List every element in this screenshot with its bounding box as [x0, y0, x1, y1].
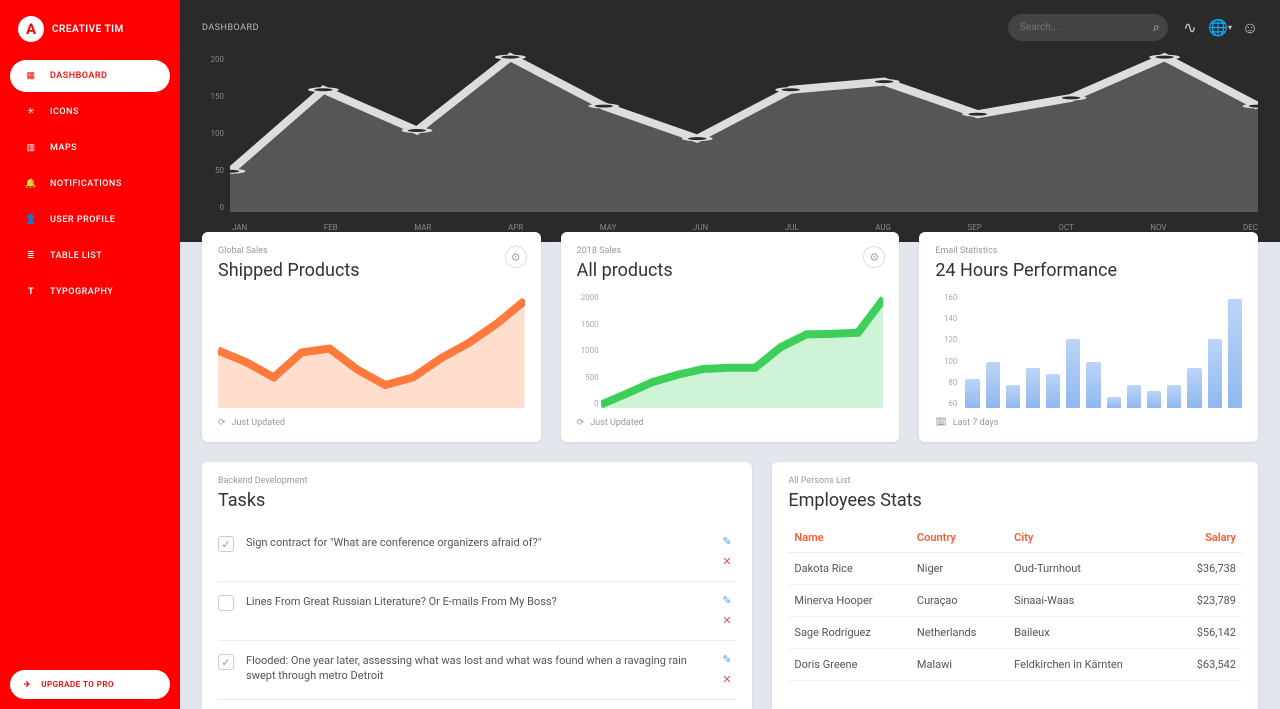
- card-title: 24 Hours Performance: [935, 260, 1242, 281]
- type-icon: 𝐓: [24, 287, 38, 297]
- bar: [1167, 385, 1181, 408]
- search-input[interactable]: [1020, 22, 1153, 33]
- card-all-products: ⚙ 2018 Sales All products 20001500100050…: [561, 232, 900, 442]
- bar: [1208, 339, 1222, 408]
- card-footer: Just Updated: [590, 418, 643, 428]
- task-text: Sign contract for "What are conference o…: [246, 535, 710, 550]
- gear-icon[interactable]: ⚙: [505, 246, 527, 268]
- employees-table: Name Country City Salary Dakota RiceNige…: [788, 523, 1242, 681]
- card-tasks: Backend Development Tasks Sign contract …: [202, 462, 752, 709]
- task-row: Flooded: One year later, assessing what …: [218, 641, 736, 700]
- bar: [986, 362, 1000, 408]
- grid-icon: ▦: [24, 71, 38, 81]
- sidebar-item-notifications[interactable]: 🔔 NOTIFICATIONS: [10, 168, 170, 200]
- activity-icon[interactable]: ∿: [1182, 20, 1198, 36]
- refresh-icon: ⟳: [577, 418, 585, 428]
- bell-icon: 🔔: [24, 179, 38, 189]
- th-country[interactable]: Country: [911, 523, 1008, 553]
- sidebar-item-maps[interactable]: ▥ MAPS: [10, 132, 170, 164]
- card-title: Employees Stats: [788, 490, 1242, 511]
- edit-icon[interactable]: ✎: [722, 653, 736, 667]
- bar: [1127, 385, 1141, 408]
- card-24h: Email Statistics 24 Hours Performance 16…: [919, 232, 1258, 442]
- card-employees: All Persons List Employees Stats Name Co…: [772, 462, 1258, 709]
- sidebar-item-dashboard[interactable]: ▦ DASHBOARD: [10, 60, 170, 92]
- th-name[interactable]: Name: [788, 523, 911, 553]
- atom-icon: ✳: [24, 107, 38, 117]
- th-city[interactable]: City: [1008, 523, 1172, 553]
- card-footer: Last 7 days: [953, 418, 999, 428]
- bar: [1066, 339, 1080, 408]
- refresh-icon: ⟳: [218, 418, 226, 428]
- bar: [1107, 397, 1121, 409]
- card-shipped: ⚙ Global Sales Shipped Products ⟳ Just Up…: [202, 232, 541, 442]
- globe-icon[interactable]: 🌐 ▾: [1212, 20, 1228, 36]
- bar: [1026, 368, 1040, 408]
- bar: [1147, 391, 1161, 408]
- bar: [1006, 385, 1020, 408]
- edit-icon[interactable]: ✎: [722, 535, 736, 549]
- card-subtitle: Backend Development: [218, 476, 736, 486]
- upgrade-label: UPGRADE TO PRO: [41, 680, 114, 689]
- card-footer: Just Updated: [232, 418, 285, 428]
- sidebar: A CREATIVE TIM ▦ DASHBOARD ✳ ICONS ▥ MAPS 🔔 NOT…: [0, 0, 180, 709]
- user-icon[interactable]: ☺: [1242, 20, 1258, 36]
- bar: [965, 379, 979, 408]
- page-title: DASHBOARD: [202, 23, 259, 33]
- sidebar-item-icons[interactable]: ✳ ICONS: [10, 96, 170, 128]
- sidebar-item-label: MAPS: [50, 143, 77, 153]
- table-row: Doris GreeneMalawiFeldkirchen in Kärnten…: [788, 649, 1242, 681]
- table-row: Minerva HooperCuraçaoSinaai-Waas$23,789: [788, 585, 1242, 617]
- sidebar-item-label: TABLE LIST: [50, 251, 102, 261]
- sidebar-item-table-list[interactable]: ≣ TABLE LIST: [10, 240, 170, 272]
- card-title: Shipped Products: [218, 260, 525, 281]
- card-subtitle: 2018 Sales: [577, 246, 884, 256]
- list-icon: ≣: [24, 251, 38, 261]
- delete-icon[interactable]: ✕: [722, 673, 736, 687]
- card-subtitle: Email Statistics: [935, 246, 1242, 256]
- task-text: Flooded: One year later, assessing what …: [246, 653, 710, 684]
- sidebar-item-label: NOTIFICATIONS: [50, 179, 122, 189]
- task-checkbox[interactable]: [218, 595, 234, 611]
- calendar-icon: 🗓: [935, 418, 946, 428]
- brand[interactable]: A CREATIVE TIM: [10, 10, 170, 48]
- rocket-icon: ✈: [24, 680, 31, 689]
- bar: [1228, 299, 1242, 408]
- sidebar-item-label: DASHBOARD: [50, 71, 107, 81]
- edit-icon[interactable]: ✎: [722, 594, 736, 608]
- task-checkbox[interactable]: [218, 654, 234, 670]
- bar: [1046, 374, 1060, 409]
- card-subtitle: All Persons List: [788, 476, 1242, 486]
- sidebar-item-typography[interactable]: 𝐓 TYPOGRAPHY: [10, 276, 170, 308]
- task-text: Lines From Great Russian Literature? Or …: [246, 594, 710, 609]
- sidebar-item-label: ICONS: [50, 107, 79, 117]
- user-icon: 👤: [24, 215, 38, 225]
- task-row: Sign contract for "What are conference o…: [218, 523, 736, 582]
- map-icon: ▥: [24, 143, 38, 153]
- bar: [1187, 368, 1201, 408]
- card-subtitle: Global Sales: [218, 246, 525, 256]
- brand-logo-icon: A: [18, 16, 44, 42]
- sidebar-item-user-profile[interactable]: 👤 USER PROFILE: [10, 204, 170, 236]
- bar: [1086, 362, 1100, 408]
- table-row: Sage RodriguezNetherlandsBaileux$56,142: [788, 617, 1242, 649]
- th-salary[interactable]: Salary: [1172, 523, 1242, 553]
- table-row: Dakota RiceNigerOud-Turnhout$36,738: [788, 553, 1242, 585]
- search-box[interactable]: ⌕: [1008, 14, 1168, 41]
- main-chart: 200150100500 JANFEBMARAPRMAYJUNJULAUGSEP…: [202, 49, 1258, 234]
- topbar: DASHBOARD ⌕ ∿ 🌐 ▾ ☺: [202, 14, 1258, 41]
- card-title: Tasks: [218, 490, 736, 511]
- delete-icon[interactable]: ✕: [722, 614, 736, 628]
- brand-name: CREATIVE TIM: [52, 24, 124, 35]
- task-row: Lines From Great Russian Literature? Or …: [218, 582, 736, 641]
- search-icon[interactable]: ⌕: [1153, 20, 1160, 35]
- nav: ▦ DASHBOARD ✳ ICONS ▥ MAPS 🔔 NOTIFICATIONS 👤 USER…: [10, 60, 170, 308]
- task-checkbox[interactable]: [218, 536, 234, 552]
- upgrade-button[interactable]: ✈ UPGRADE TO PRO: [10, 670, 170, 699]
- sidebar-item-label: USER PROFILE: [50, 215, 115, 225]
- delete-icon[interactable]: ✕: [722, 555, 736, 569]
- sidebar-item-label: TYPOGRAPHY: [50, 287, 113, 297]
- card-title: All products: [577, 260, 884, 281]
